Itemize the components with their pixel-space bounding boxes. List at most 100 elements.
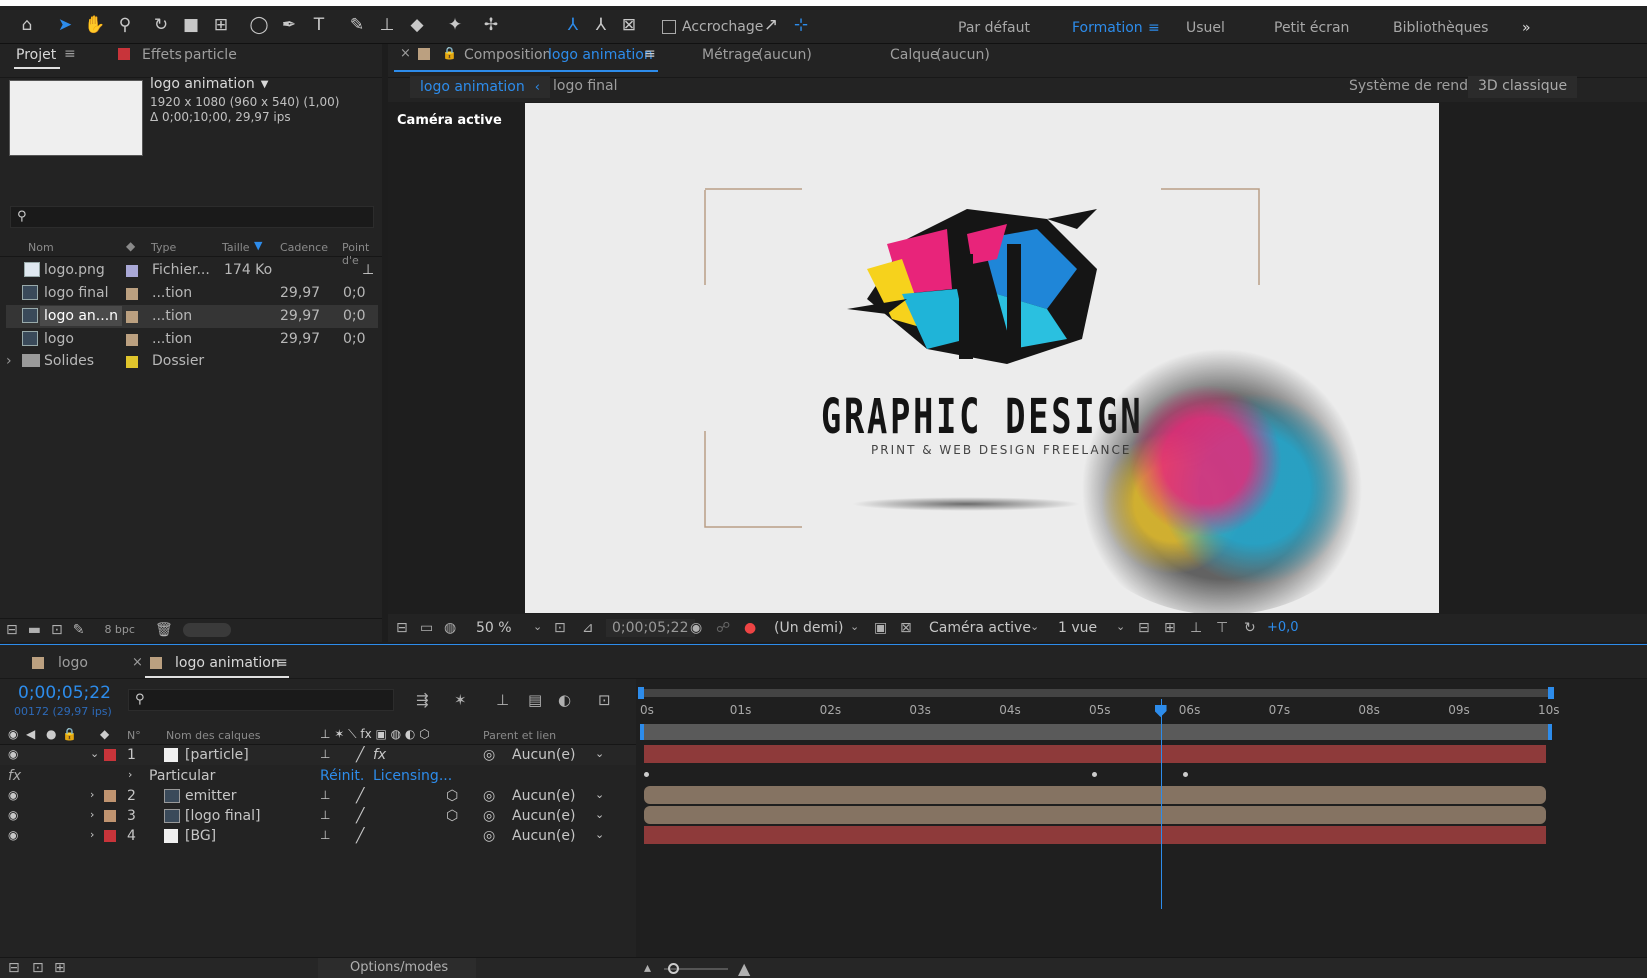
layer-bar-3[interactable] xyxy=(644,806,1546,824)
toggle-pixel-aspect-icon[interactable]: ⊟ xyxy=(1138,620,1150,636)
layer-name[interactable]: emitter xyxy=(185,788,237,804)
clone-stamp-tool-icon[interactable]: ⊥ xyxy=(374,12,400,38)
snapping-checkbox[interactable] xyxy=(662,20,676,34)
label-swatch[interactable] xyxy=(104,830,116,842)
col-rate[interactable]: Cadence xyxy=(280,241,328,254)
tab-layer-label[interactable]: Calque xyxy=(890,47,939,63)
visibility-eye-icon[interactable]: ◉ xyxy=(8,828,18,842)
solo-icon[interactable]: ● xyxy=(46,727,56,741)
project-item-solides[interactable]: › Solides Dossier xyxy=(6,350,378,373)
layer-row-3[interactable]: ◉ › 3 [logo final] ⊥ ╱ ⬡ ◎ Aucun(e) ⌄ xyxy=(0,806,640,826)
visibility-eye-icon[interactable]: ◉ xyxy=(8,788,18,802)
workspace-menu-icon[interactable]: ≡ xyxy=(1148,20,1160,36)
keyframe-marker[interactable] xyxy=(1183,772,1188,777)
keyframe-marker[interactable] xyxy=(1092,772,1097,777)
interpret-footage-icon[interactable]: ⊟ xyxy=(6,622,18,638)
flowchart-viewer-icon[interactable]: ⊤ xyxy=(1216,620,1228,636)
color-channels-icon[interactable]: ● xyxy=(744,620,756,636)
renderer-dropdown[interactable]: 3D classique xyxy=(1468,76,1578,98)
thumbnail-slider[interactable] xyxy=(182,622,231,637)
shy-switch-icon[interactable]: ⊥ xyxy=(320,747,330,761)
pickwhip-icon[interactable]: ◎ xyxy=(483,747,495,763)
ellipse-tool-icon[interactable]: ◯ xyxy=(246,12,272,38)
expand-arrow-icon[interactable]: › xyxy=(90,788,94,801)
bit-depth[interactable]: 8 bpc xyxy=(104,623,135,636)
quality-switch-icon[interactable]: ╱ xyxy=(356,808,364,824)
expand-arrow-icon[interactable]: › xyxy=(6,353,12,369)
expand-layer-switches-icon[interactable]: ⊟ xyxy=(8,960,20,976)
current-timecode[interactable]: 0;00;05;22 xyxy=(18,683,111,703)
reset-exposure-icon[interactable]: ↻ xyxy=(1244,620,1256,636)
new-folder-icon[interactable]: ▬ xyxy=(28,622,41,638)
expand-time-controls-icon[interactable]: ⊞ xyxy=(54,960,66,976)
options-modes-toggle[interactable]: Options/modes xyxy=(318,958,476,978)
keyframe-marker[interactable] xyxy=(644,772,649,777)
always-preview-icon[interactable]: ⊟ xyxy=(396,620,408,636)
graph-editor-icon[interactable]: ⊡ xyxy=(598,691,611,709)
layer-bar-4[interactable] xyxy=(644,826,1546,844)
breadcrumb-other[interactable]: logo final xyxy=(553,78,618,94)
puppet-tool-icon[interactable]: ✢ xyxy=(478,12,504,38)
visibility-eye-icon[interactable]: ◉ xyxy=(8,808,18,822)
3d-layer-icon[interactable]: ⬡ xyxy=(446,788,458,804)
selection-tool-icon[interactable]: ➤ xyxy=(52,12,78,38)
layer-name[interactable]: [particle] xyxy=(185,747,249,763)
effect-row-particular[interactable]: fx › Particular Réinit. Licensing... xyxy=(0,766,640,786)
quality-switch-icon[interactable]: ╱ xyxy=(356,747,364,763)
expand-transfer-controls-icon[interactable]: ⊡ xyxy=(32,960,44,976)
expand-arrow-icon[interactable]: › xyxy=(90,808,94,821)
3d-layer-icon[interactable]: ⬡ xyxy=(446,808,458,824)
project-item-logo[interactable]: logo ...tion 29,97 0;0 xyxy=(6,328,378,351)
visibility-eye-icon[interactable]: ◉ xyxy=(8,747,18,761)
camera-tool-icon[interactable]: ■ xyxy=(178,12,204,38)
quality-switch-icon[interactable]: ╱ xyxy=(356,788,364,804)
snap-edge-icon[interactable]: ↗ xyxy=(758,12,784,38)
project-item-logo-png[interactable]: logo.png Fichier... 174 Ko ⊥ xyxy=(6,259,378,282)
tab-logo-animation[interactable]: logo animation xyxy=(175,655,280,671)
work-area-end-handle[interactable] xyxy=(1548,687,1554,699)
snap-grid-icon[interactable]: ⊹ xyxy=(788,12,814,38)
tab-composition-label[interactable]: Composition xyxy=(464,47,551,63)
timeline-graph[interactable]: 0s 01s 02s 03s 04s 05s 06s 07s 08s 09s 10s xyxy=(636,679,1647,978)
local-axis-icon[interactable]: ⅄ xyxy=(560,12,586,38)
text-tool-icon[interactable]: T xyxy=(306,12,332,38)
workspace-libraries[interactable]: Bibliothèques xyxy=(1393,20,1488,36)
eye-icon[interactable]: ◉ xyxy=(8,727,18,741)
audio-icon[interactable]: ◀ xyxy=(26,727,35,741)
layer-row-4[interactable]: ◉ › 4 [BG] ⊥ ╱ ◎ Aucun(e) ⌄ xyxy=(0,826,640,846)
fx-switch-icon[interactable]: fx xyxy=(373,747,386,763)
tab-composition-name[interactable]: logo animation xyxy=(548,47,653,63)
brush-tool-icon[interactable]: ✎ xyxy=(344,12,370,38)
shy-switch-icon[interactable]: ⊥ xyxy=(320,828,330,842)
expand-arrow-icon[interactable]: › xyxy=(90,828,94,841)
quality-switch-icon[interactable]: ╱ xyxy=(356,828,364,844)
adjust-settings-icon[interactable]: ✎ xyxy=(73,622,85,638)
col-name[interactable]: Nom xyxy=(28,241,54,254)
comp-menu-icon[interactable]: ≡ xyxy=(644,46,656,62)
zoom-slider-handle[interactable] xyxy=(668,963,679,974)
new-composition-icon[interactable]: ⊡ xyxy=(51,622,63,638)
timeline-menu-icon[interactable]: ≡ xyxy=(276,655,288,671)
project-item-logo-final[interactable]: logo final ...tion 29,97 0;0 xyxy=(6,282,378,305)
rotate-tool-icon[interactable]: ↻ xyxy=(148,12,174,38)
monitor-icon[interactable]: ▭ xyxy=(420,620,433,636)
shy-switch-icon[interactable]: ⊥ xyxy=(320,808,330,822)
tab-menu-icon[interactable]: ≡ xyxy=(64,46,76,62)
home-icon[interactable]: ⌂ xyxy=(14,12,40,38)
world-axis-icon[interactable]: ⅄ xyxy=(588,12,614,38)
frame-blending-icon[interactable]: ▤ xyxy=(528,691,542,709)
layer-row-2[interactable]: ◉ › 2 emitter ⊥ ╱ ⬡ ◎ Aucun(e) ⌄ xyxy=(0,786,640,806)
time-ruler[interactable]: 0s 01s 02s 03s 04s 05s 06s 07s 08s 09s 10s xyxy=(636,699,1647,721)
zoom-tool-icon[interactable]: ⚲ xyxy=(112,12,138,38)
flowchart-icon[interactable]: ⊥ xyxy=(362,262,374,278)
effect-reset-link[interactable]: Réinit. xyxy=(320,768,364,784)
region-of-interest-icon[interactable]: ▣ xyxy=(874,620,887,636)
close-tab-icon[interactable]: × xyxy=(400,46,411,61)
breadcrumb-active[interactable]: logo animation xyxy=(420,79,525,95)
label-swatch[interactable] xyxy=(104,810,116,822)
pen-tool-icon[interactable]: ✒ xyxy=(276,12,302,38)
collapse-arrow-icon[interactable]: ⌄ xyxy=(90,747,99,760)
hand-tool-icon[interactable]: ✋ xyxy=(82,12,108,38)
project-search-input[interactable]: ⚲ xyxy=(10,206,374,228)
more-workspaces-icon[interactable]: » xyxy=(1522,20,1531,36)
